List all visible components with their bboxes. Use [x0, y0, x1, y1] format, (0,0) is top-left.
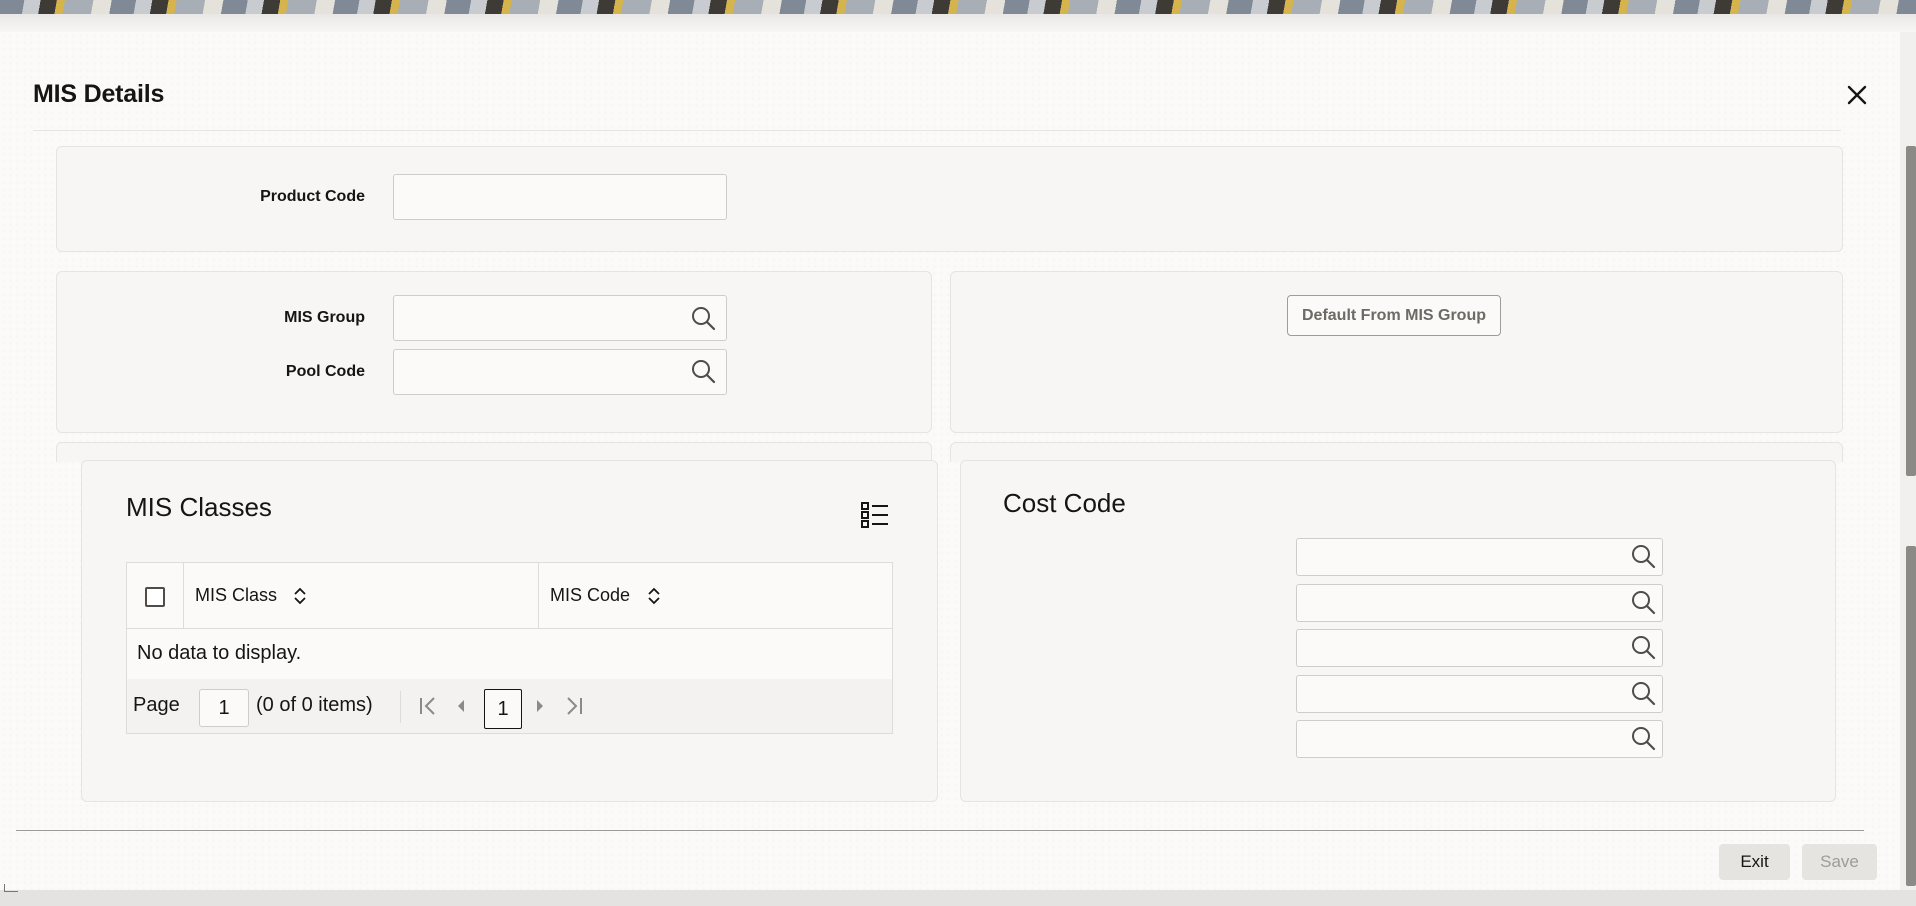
footer-divider [16, 830, 1864, 831]
last-page-icon[interactable] [563, 694, 585, 718]
pager-divider [400, 691, 401, 723]
mis-classes-table: MIS Class MIS Code No data to display. P… [126, 562, 893, 734]
banner-fade [0, 14, 1916, 32]
scrollbar-thumb[interactable] [1906, 546, 1916, 886]
product-code-label: Product Code [260, 188, 365, 205]
mis-group-search-icon[interactable] [690, 305, 716, 331]
save-button[interactable]: Save [1802, 844, 1877, 880]
cost-code-input-4[interactable] [1296, 675, 1663, 713]
mis-group-label: MIS Group [284, 309, 365, 326]
mis-classes-title: MIS Classes [126, 492, 272, 522]
cost-code-search-icon-2[interactable] [1630, 589, 1656, 615]
previous-page-icon[interactable] [450, 694, 472, 718]
panel-strip-right [950, 442, 1843, 462]
close-button[interactable] [1842, 80, 1872, 110]
pool-code-input[interactable] [393, 349, 727, 395]
panel-strip-left [56, 442, 932, 462]
column-header-mis-class[interactable]: MIS Class [195, 585, 277, 606]
current-page-button[interactable]: 1 [484, 689, 522, 729]
cost-code-input-1[interactable] [1296, 538, 1663, 576]
column-divider [183, 563, 184, 629]
empty-table-message: No data to display. [137, 642, 302, 664]
exit-button[interactable]: Exit [1719, 844, 1790, 880]
select-all-checkbox[interactable] [145, 587, 165, 607]
resize-handle-icon[interactable] [4, 884, 18, 892]
product-code-input[interactable] [393, 174, 727, 220]
page-number-input[interactable] [199, 689, 249, 727]
cost-code-title: Cost Code [1003, 488, 1126, 518]
cost-code-search-icon-1[interactable] [1630, 543, 1656, 569]
page-label: Page [133, 694, 180, 716]
list-view-icon[interactable] [860, 500, 890, 530]
cost-code-input-5[interactable] [1296, 720, 1663, 758]
scrollbar-thumb[interactable] [1906, 146, 1916, 476]
title-divider [33, 130, 1841, 131]
first-page-icon[interactable] [417, 694, 439, 718]
items-summary: (0 of 0 items) [256, 694, 373, 716]
next-page-icon[interactable] [529, 694, 551, 718]
cost-code-search-icon-5[interactable] [1630, 725, 1656, 751]
bottom-strip [0, 890, 1916, 906]
sort-icon[interactable] [293, 585, 307, 607]
top-banner [0, 0, 1916, 14]
table-header: MIS Class MIS Code [127, 563, 892, 629]
close-icon [1847, 85, 1867, 105]
pool-code-search-icon[interactable] [690, 358, 716, 384]
pool-code-label: Pool Code [285, 363, 365, 380]
default-from-mis-group-button[interactable]: Default From MIS Group [1287, 295, 1501, 336]
cost-code-search-icon-4[interactable] [1630, 680, 1656, 706]
sort-icon[interactable] [647, 585, 661, 607]
pagination-bar: Page (0 of 0 items) 1 [127, 679, 892, 733]
column-divider [538, 563, 539, 629]
cost-code-input-3[interactable] [1296, 629, 1663, 667]
column-header-mis-code[interactable]: MIS Code [550, 585, 630, 606]
cost-code-input-2[interactable] [1296, 584, 1663, 622]
mis-group-input[interactable] [393, 295, 727, 341]
cost-code-search-icon-3[interactable] [1630, 634, 1656, 660]
dialog-title: MIS Details [33, 80, 165, 108]
